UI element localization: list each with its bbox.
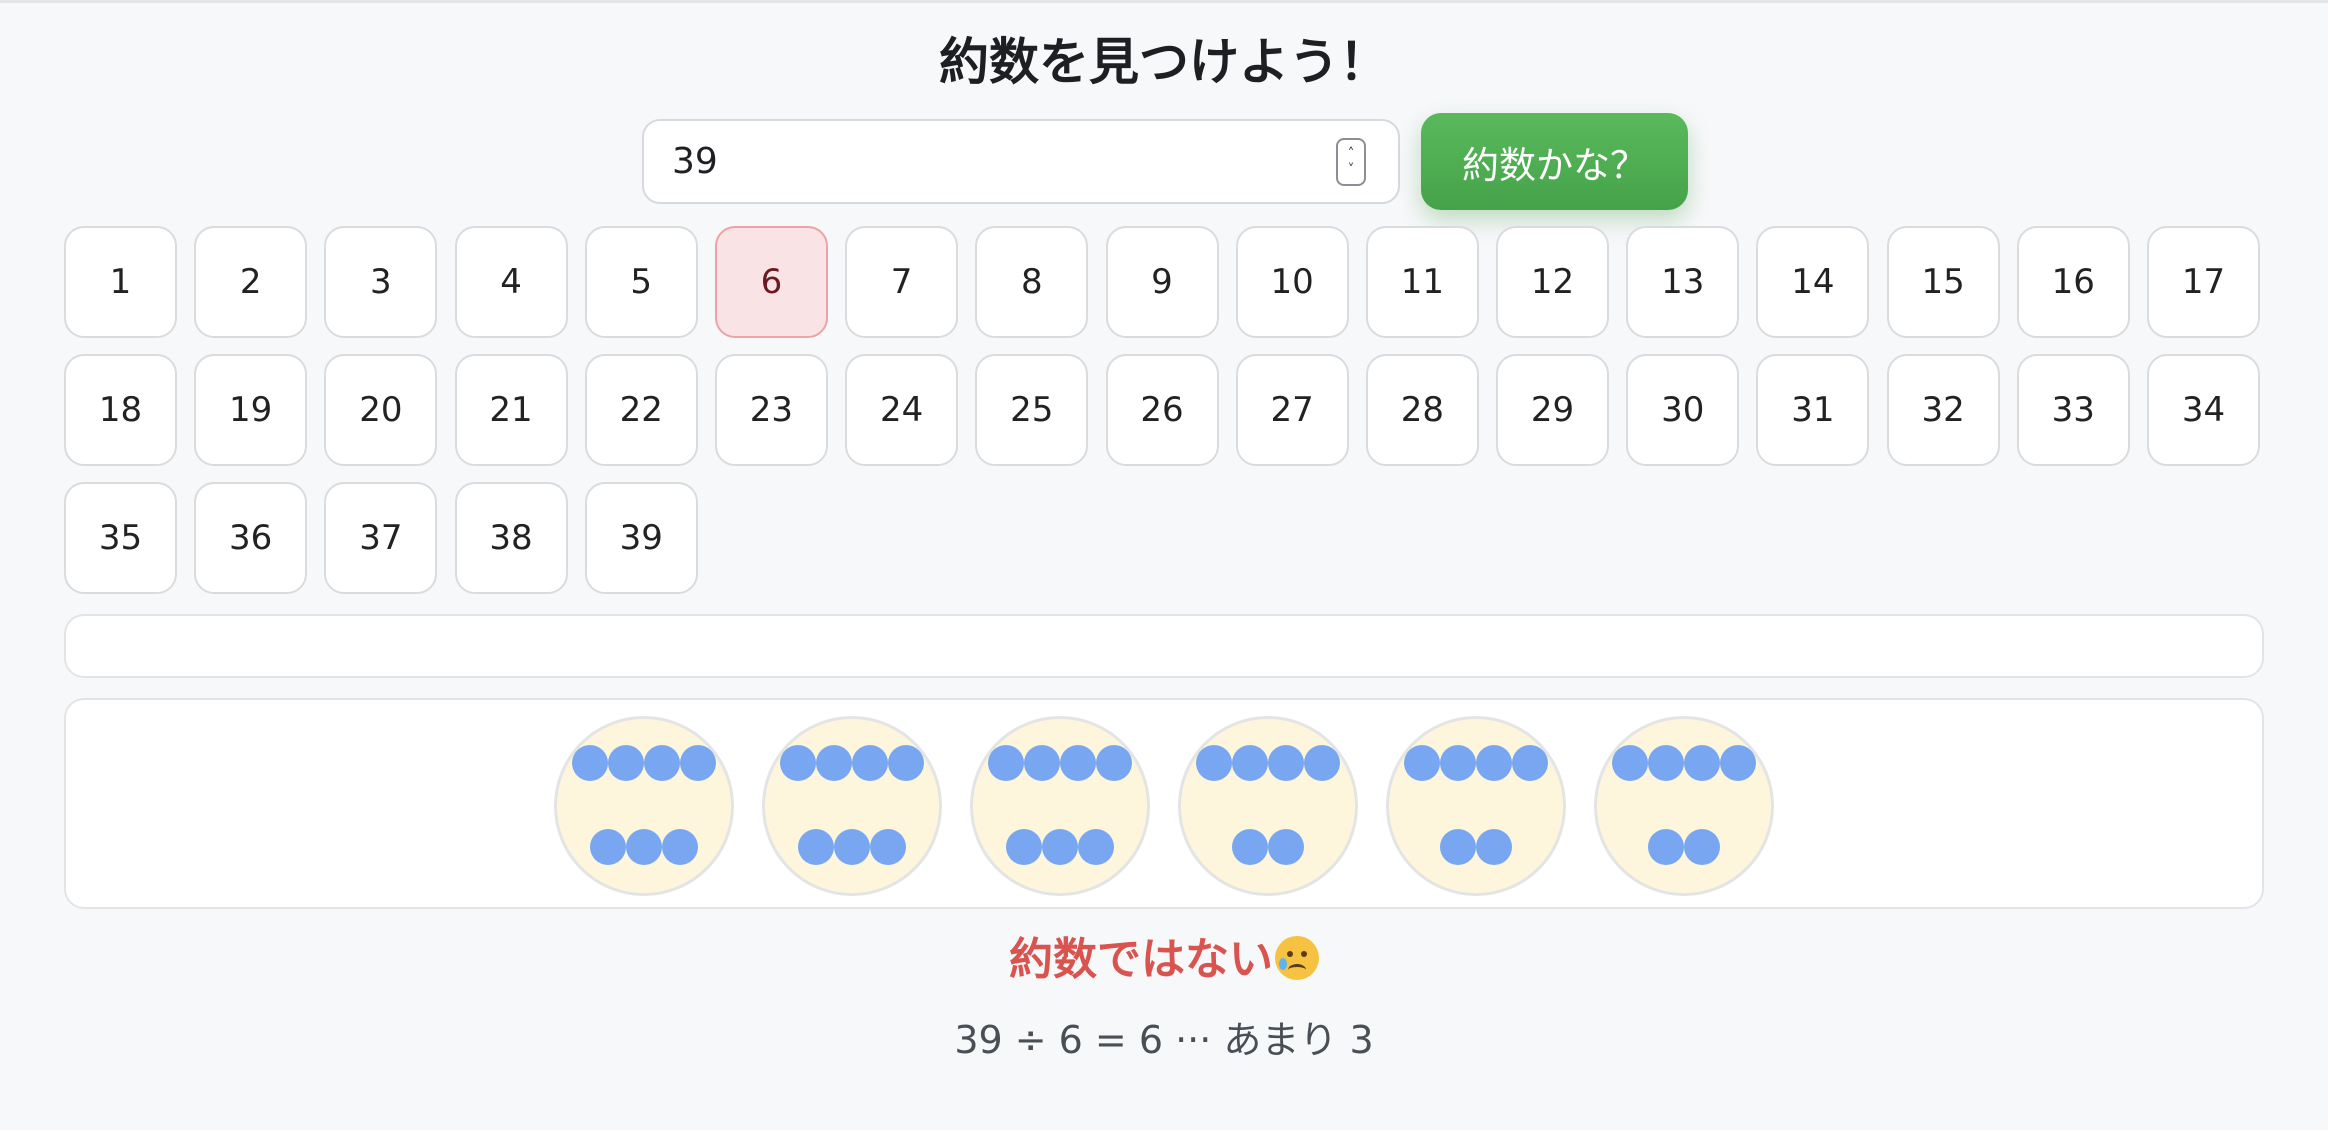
counter-dot — [1720, 745, 1756, 781]
number-stepper[interactable]: ˄ ˅ — [1336, 137, 1366, 186]
number-button-37[interactable]: 37 — [324, 482, 438, 594]
counter-dot — [816, 745, 852, 781]
counter-dot — [1268, 829, 1304, 865]
counter-dot — [852, 745, 888, 781]
number-button-19[interactable]: 19 — [194, 354, 308, 466]
counter-dot — [1060, 745, 1096, 781]
number-input[interactable]: 39 ˄ ˅ — [642, 119, 1400, 204]
plate-3 — [970, 716, 1150, 896]
number-button-14[interactable]: 14 — [1756, 226, 1870, 338]
number-button-9[interactable]: 9 — [1105, 226, 1219, 338]
counter-dot — [608, 745, 644, 781]
number-button-1[interactable]: 1 — [64, 226, 177, 338]
number-button-38[interactable]: 38 — [454, 482, 568, 594]
counter-dot — [1684, 745, 1720, 781]
plate-1 — [554, 716, 734, 896]
check-divisor-button[interactable]: 約数かな？ — [1421, 113, 1688, 210]
counter-dot — [1612, 745, 1648, 781]
number-button-28[interactable]: 28 — [1365, 354, 1479, 466]
number-button-7[interactable]: 7 — [845, 226, 959, 338]
page-title: 約数を見つけよう！ — [939, 33, 1389, 91]
counter-dot — [644, 745, 680, 781]
counter-dot — [1268, 745, 1304, 781]
counter-dot — [1078, 829, 1114, 865]
stepper-up-icon[interactable]: ˄ — [1348, 146, 1355, 162]
counter-dot — [1196, 745, 1232, 781]
plate-6 — [1594, 716, 1774, 896]
counter-dot — [680, 745, 716, 781]
number-button-18[interactable]: 18 — [64, 354, 177, 466]
number-button-8[interactable]: 8 — [975, 226, 1089, 338]
number-button-24[interactable]: 24 — [845, 354, 959, 466]
number-button-20[interactable]: 20 — [324, 354, 438, 466]
counter-dot — [572, 745, 608, 781]
top-divider — [0, 0, 2328, 3]
counter-dot — [834, 829, 870, 865]
number-button-23[interactable]: 23 — [714, 354, 828, 466]
counter-dot — [1476, 829, 1512, 865]
number-grid: 1 2 3 4 5 6 7 8 9 10 11 12 13 14 15 16 17 18 19 20 21 22 23 24 2… — [64, 226, 2264, 594]
counter-dot — [1006, 829, 1042, 865]
crying-face-icon — [1275, 936, 1319, 980]
counter-dot — [888, 745, 924, 781]
counter-dot — [1304, 745, 1340, 781]
counter-dot — [1684, 829, 1720, 865]
number-button-2[interactable]: 2 — [194, 226, 308, 338]
counter-dot — [988, 745, 1024, 781]
counter-dot — [1648, 829, 1684, 865]
number-input-value[interactable]: 39 — [672, 141, 1336, 182]
counter-dot — [626, 829, 662, 865]
number-button-15[interactable]: 15 — [1886, 226, 2000, 338]
counter-dot — [1232, 829, 1268, 865]
counter-dot — [1440, 745, 1476, 781]
plate-2 — [762, 716, 942, 896]
number-button-26[interactable]: 26 — [1105, 354, 1219, 466]
number-button-3[interactable]: 3 — [324, 226, 438, 338]
number-button-34[interactable]: 34 — [2147, 354, 2260, 466]
result-message: 約数ではない — [0, 930, 2328, 990]
stepper-down-icon[interactable]: ˅ — [1348, 162, 1355, 178]
number-button-31[interactable]: 31 — [1756, 354, 1870, 466]
number-button-25[interactable]: 25 — [975, 354, 1089, 466]
number-button-33[interactable]: 33 — [2016, 354, 2130, 466]
number-button-17[interactable]: 17 — [2147, 226, 2260, 338]
number-button-29[interactable]: 29 — [1496, 354, 1610, 466]
division-equation: 39 ÷ 6 = 6 ··· あまり 3 — [954, 1018, 1374, 1062]
number-button-21[interactable]: 21 — [454, 354, 568, 466]
number-button-16[interactable]: 16 — [2016, 226, 2130, 338]
counter-dot — [1232, 745, 1268, 781]
plate-5 — [1386, 716, 1566, 896]
counter-dot — [798, 829, 834, 865]
counter-dot — [1096, 745, 1132, 781]
number-button-35[interactable]: 35 — [64, 482, 177, 594]
counter-dot — [870, 829, 906, 865]
counter-dot — [1512, 745, 1548, 781]
number-button-5[interactable]: 5 — [584, 226, 698, 338]
number-button-27[interactable]: 27 — [1235, 354, 1349, 466]
counter-dot — [1042, 829, 1078, 865]
counter-dot — [780, 745, 816, 781]
number-button-6[interactable]: 6 — [714, 226, 828, 338]
result-text: 約数ではない — [1009, 934, 1273, 985]
grouping-visualization — [64, 698, 2264, 909]
number-button-11[interactable]: 11 — [1365, 226, 1479, 338]
number-button-4[interactable]: 4 — [454, 226, 568, 338]
counter-dot — [590, 829, 626, 865]
number-button-10[interactable]: 10 — [1235, 226, 1349, 338]
number-button-30[interactable]: 30 — [1626, 354, 1740, 466]
plate-4 — [1178, 716, 1358, 896]
number-button-32[interactable]: 32 — [1886, 354, 2000, 466]
counter-dot — [1440, 829, 1476, 865]
counter-dot — [1476, 745, 1512, 781]
counter-dot — [1648, 745, 1684, 781]
counter-dot — [1404, 745, 1440, 781]
status-bar — [64, 614, 2264, 678]
counter-dot — [662, 829, 698, 865]
number-button-12[interactable]: 12 — [1496, 226, 1610, 338]
number-button-36[interactable]: 36 — [194, 482, 308, 594]
number-button-13[interactable]: 13 — [1626, 226, 1740, 338]
number-button-22[interactable]: 22 — [584, 354, 698, 466]
number-button-39[interactable]: 39 — [584, 482, 698, 594]
counter-dot — [1024, 745, 1060, 781]
